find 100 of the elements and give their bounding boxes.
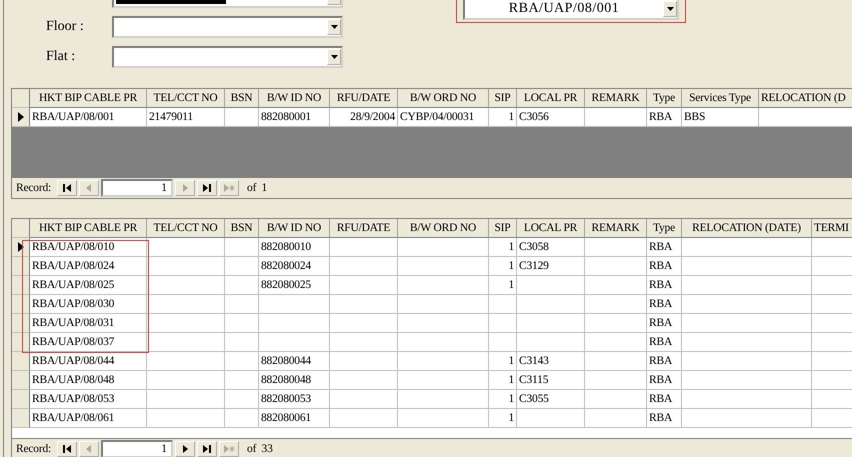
table-cell: RBA/UAP/08/037 <box>30 333 147 352</box>
column-header[interactable]: TEL/CCT NO <box>147 89 225 108</box>
table-cell: 1 <box>489 409 517 428</box>
table-cell: C3115 <box>517 371 585 390</box>
column-header[interactable]: BSN <box>225 219 259 238</box>
column-header[interactable]: RELOCATION (DATE) <box>682 219 812 238</box>
first-arrow-icon <box>61 182 74 194</box>
record-label: Record: <box>16 443 52 455</box>
column-header[interactable]: Services Type <box>682 89 759 108</box>
table-cell <box>259 333 330 352</box>
record-selector[interactable] <box>12 108 30 127</box>
table-cell: RBA/UAP/08/044 <box>30 352 147 371</box>
table-cell <box>585 276 647 295</box>
column-header[interactable]: B/W ID NO <box>259 89 330 108</box>
table-cell: RBA <box>647 295 682 314</box>
field-label: Floor : <box>45 19 85 35</box>
table-cell <box>225 295 259 314</box>
table-cell <box>225 409 259 428</box>
table-cell: RBA/UAP/08/025 <box>30 276 147 295</box>
table-cell: 1 <box>489 238 517 257</box>
column-header[interactable]: RFU/DATE <box>330 219 398 238</box>
table-cell: 882080025 <box>259 276 330 295</box>
first-record-button[interactable] <box>57 441 78 457</box>
table-cell: 1 <box>489 276 517 295</box>
table-cell: RBA <box>647 314 682 333</box>
table-cell <box>259 295 330 314</box>
column-header[interactable]: Type <box>647 89 682 108</box>
column-header[interactable]: B/W ORD NO <box>398 219 489 238</box>
last-arrow-icon <box>201 443 214 455</box>
table-cell <box>517 409 585 428</box>
table-cell <box>330 257 398 276</box>
table-cell <box>489 333 517 352</box>
table-cell: 882080044 <box>259 352 330 371</box>
table-cell: RBA <box>647 238 682 257</box>
column-header[interactable]: SIP <box>489 89 517 108</box>
table-cell <box>489 314 517 333</box>
column-header[interactable]: TEL/CCT NO <box>147 219 225 238</box>
table-cell <box>489 295 517 314</box>
column-header[interactable]: REMARK <box>585 89 647 108</box>
new-record-icon <box>223 443 236 455</box>
lookup-combo-field[interactable]: RBA/UAP/08/001 <box>463 0 679 20</box>
column-header[interactable]: TERMI <box>812 219 852 238</box>
table-cell <box>225 314 259 333</box>
table-cell <box>517 276 585 295</box>
new-record-icon <box>223 182 236 194</box>
table-cell: 882080061 <box>259 409 330 428</box>
record-selector[interactable] <box>12 238 30 257</box>
record-count: of 1 <box>247 182 268 194</box>
column-header[interactable]: BSN <box>225 89 259 108</box>
first-arrow-icon <box>61 443 74 455</box>
last-record-button[interactable] <box>197 441 218 457</box>
table-cell: RBA/UAP/08/031 <box>30 314 147 333</box>
table-cell <box>225 352 259 371</box>
table-cell: RBA/UAP/08/030 <box>30 295 147 314</box>
column-header[interactable]: RELOCATION (D <box>759 89 852 108</box>
table-cell <box>225 333 259 352</box>
table-cell: C3129 <box>517 257 585 276</box>
table-cell <box>225 238 259 257</box>
table-cell <box>330 314 398 333</box>
table-cell: 882080048 <box>259 371 330 390</box>
dropdown-arrow-icon <box>330 55 338 59</box>
combo-field[interactable] <box>112 46 343 68</box>
table-cell <box>225 371 259 390</box>
table-cell <box>330 390 398 409</box>
table-cell <box>330 409 398 428</box>
column-header[interactable]: B/W ORD NO <box>398 89 489 108</box>
table-cell <box>225 257 259 276</box>
table-cell <box>585 390 647 409</box>
table-cell <box>585 295 647 314</box>
column-header[interactable]: Type <box>647 219 682 238</box>
table-cell: RBA <box>647 276 682 295</box>
table-cell: RBA/UAP/08/053 <box>30 390 147 409</box>
table-cell <box>330 238 398 257</box>
column-header[interactable]: SIP <box>489 219 517 238</box>
table-cell <box>585 257 647 276</box>
column-header[interactable]: LOCAL PR <box>517 219 585 238</box>
current-record-icon <box>18 112 24 122</box>
column-header[interactable]: RFU/DATE <box>330 89 398 108</box>
table-cell: RBA <box>647 409 682 428</box>
table-cell <box>517 314 585 333</box>
table-cell: 882080010 <box>259 238 330 257</box>
table-cell <box>330 295 398 314</box>
table-cell: RBA/UAP/08/010 <box>30 238 147 257</box>
table-cell: RBA <box>647 371 682 390</box>
first-record-button[interactable] <box>57 180 78 196</box>
table-cell <box>330 276 398 295</box>
column-header[interactable]: REMARK <box>585 219 647 238</box>
record-number-field[interactable]: 1 <box>101 179 174 197</box>
record-count: of 33 <box>247 443 273 455</box>
column-header[interactable]: B/W ID NO <box>259 219 330 238</box>
column-header[interactable]: HKT BIP CABLE PR <box>30 219 147 238</box>
record-number-field[interactable]: 1 <box>101 440 174 457</box>
table-cell: 1 <box>489 390 517 409</box>
table-cell <box>225 276 259 295</box>
table-cell <box>585 371 647 390</box>
last-record-button[interactable] <box>197 180 218 196</box>
next-record-button[interactable] <box>175 441 196 457</box>
column-header[interactable]: LOCAL PR <box>517 89 585 108</box>
combo-field[interactable] <box>112 16 343 38</box>
column-header[interactable]: HKT BIP CABLE PR <box>30 89 147 108</box>
